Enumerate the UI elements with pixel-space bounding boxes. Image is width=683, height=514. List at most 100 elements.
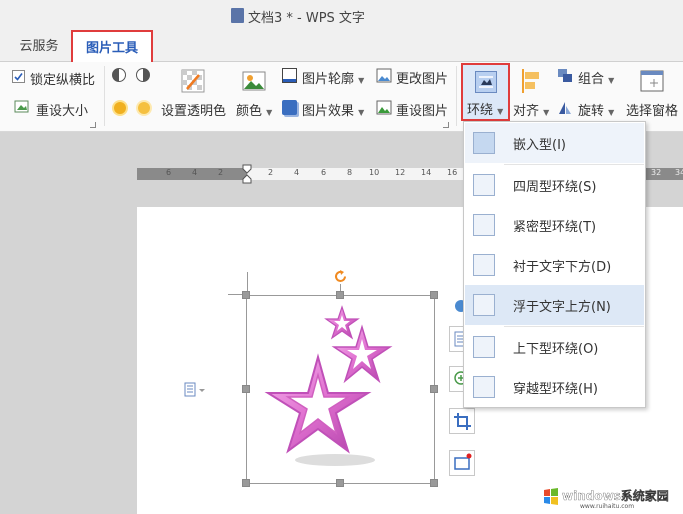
ruler-tick: 10	[369, 168, 380, 177]
dialog-launcher-icon[interactable]	[443, 122, 449, 128]
resize-handle-se[interactable]	[430, 479, 438, 487]
wrap-in-front-of-text-icon	[473, 294, 495, 316]
chevron-down-icon: ▼	[497, 107, 504, 116]
ruler-tick: 4	[192, 168, 198, 177]
selection-pane-button[interactable]: 选择窗格	[626, 100, 678, 119]
resize-handle-n[interactable]	[336, 291, 344, 299]
reset-size-button[interactable]: 重设大小	[36, 100, 88, 119]
document-icon	[231, 8, 244, 23]
reset-size-icon	[14, 99, 30, 115]
divider	[456, 66, 457, 126]
resize-handle-ne[interactable]	[430, 291, 438, 299]
brightness-down-icon[interactable]	[138, 102, 150, 114]
picture-effect-button[interactable]: 图片效果 ▼	[302, 100, 364, 119]
wrap-top-bottom-icon	[473, 336, 495, 358]
contrast-down-icon[interactable]	[136, 68, 150, 82]
chevron-down-icon: ▼	[266, 108, 273, 117]
svg-text:www.ruihaitu.com: www.ruihaitu.com	[580, 503, 634, 510]
menu-item-behind-text[interactable]: 衬于文字下方(D)	[465, 245, 644, 285]
group-label: 组合	[578, 72, 605, 87]
resize-handle-nw[interactable]	[242, 291, 250, 299]
picture-outline-icon	[282, 68, 297, 83]
wrap-tight-icon	[473, 214, 495, 236]
picture-effect-icon	[282, 100, 297, 115]
wrap-text-button[interactable]: 环绕 ▼	[461, 63, 510, 121]
title-bar: 文档3 * - WPS 文字	[0, 0, 683, 32]
contrast-up-icon[interactable]	[112, 68, 126, 82]
rotate-button[interactable]: 旋转 ▼	[578, 100, 614, 119]
menu-item-label: 四周型环绕(S)	[513, 180, 597, 195]
window-title: 文档3 * - WPS 文字	[248, 11, 365, 26]
lock-aspect-ratio-label[interactable]: 锁定纵横比	[30, 69, 95, 88]
menu-item-label: 浮于文字上方(N)	[513, 300, 611, 315]
align-label: 对齐	[513, 104, 540, 119]
ruler-tick: 14	[421, 168, 432, 177]
crop-button[interactable]	[449, 408, 475, 434]
picture-outline-label: 图片轮廓	[302, 72, 355, 87]
ruler-tick: 12	[395, 168, 406, 177]
indent-marker-icon[interactable]	[242, 164, 252, 184]
menu-item-label: 紧密型环绕(T)	[513, 220, 597, 235]
paragraph-layout-icon[interactable]	[184, 382, 205, 398]
menu-item-tight[interactable]: 紧密型环绕(T)	[465, 205, 644, 245]
dialog-launcher-icon[interactable]	[90, 122, 96, 128]
menu-item-square[interactable]: 四周型环绕(S)	[465, 165, 644, 205]
selection-pane-icon	[640, 69, 664, 93]
stars-picture[interactable]	[260, 305, 430, 475]
svg-text:windows系统家园: windows系统家园	[562, 488, 669, 503]
ruler-tick: 4	[294, 168, 300, 177]
ruler-tick: 6	[166, 168, 172, 177]
chevron-down-icon: ▼	[608, 108, 615, 117]
picture-color-icon	[242, 69, 266, 93]
align-button[interactable]: 对齐 ▼	[513, 100, 549, 119]
checkbox-checked-icon[interactable]	[12, 70, 25, 83]
menu-item-top-bottom[interactable]: 上下型环绕(O)	[465, 327, 644, 367]
menu-item-through[interactable]: 穿越型环绕(H)	[465, 367, 644, 407]
ruler-tick: 6	[321, 168, 327, 177]
menu-item-in-front-of-text[interactable]: 浮于文字上方(N)	[465, 285, 644, 325]
resize-handle-s[interactable]	[336, 479, 344, 487]
brightness-up-icon[interactable]	[114, 102, 126, 114]
set-transparent-color-icon	[181, 69, 205, 93]
tab-cloud-service[interactable]: 云服务	[10, 32, 68, 62]
ruler-tick: 2	[218, 168, 224, 177]
chevron-down-icon: ▼	[608, 76, 615, 85]
wrap-text-menu: 嵌入型(I) 四周型环绕(S) 紧密型环绕(T) 衬于文字下方(D) 浮于文字上…	[463, 121, 646, 408]
wrap-text-label: 环绕 ▼	[467, 103, 504, 118]
wrap-inline-icon	[473, 132, 495, 154]
picture-color-label: 颜色	[236, 104, 263, 119]
picture-frame-button[interactable]	[449, 450, 475, 476]
chevron-down-icon: ▼	[358, 76, 365, 85]
picture-color-button[interactable]: 颜色 ▼	[236, 100, 272, 119]
wrap-text-icon	[475, 71, 497, 93]
align-icon	[520, 69, 542, 93]
reset-picture-button[interactable]: 重设图片	[396, 100, 448, 119]
resize-handle-sw[interactable]	[242, 479, 250, 487]
menu-item-label: 衬于文字下方(D)	[513, 260, 612, 275]
menu-item-label: 穿越型环绕(H)	[513, 382, 598, 397]
reset-picture-icon	[376, 100, 392, 115]
wrap-behind-text-icon	[473, 254, 495, 276]
ruler-tick: 34	[675, 168, 683, 177]
change-picture-button[interactable]: 更改图片	[396, 68, 448, 87]
wrap-square-icon	[473, 174, 495, 196]
set-transparent-color-button[interactable]: 设置透明色	[161, 100, 226, 119]
chevron-down-icon: ▼	[358, 108, 365, 117]
ruler-tick: 2	[268, 168, 274, 177]
group-icon	[557, 68, 573, 83]
rotate-handle-icon[interactable]	[333, 269, 348, 284]
ruler-tick: 32	[651, 168, 662, 177]
ruler-tick: 16	[447, 168, 458, 177]
picture-effect-label: 图片效果	[302, 104, 355, 119]
picture-outline-button[interactable]: 图片轮廓 ▼	[302, 68, 364, 87]
divider	[104, 66, 105, 126]
rotate-icon	[557, 100, 573, 115]
resize-handle-e[interactable]	[430, 385, 438, 393]
ruler-tick: 8	[347, 168, 353, 177]
group-button[interactable]: 组合 ▼	[578, 68, 614, 87]
chevron-down-icon: ▼	[543, 108, 550, 117]
resize-handle-w[interactable]	[242, 385, 250, 393]
tab-picture-tools[interactable]: 图片工具	[71, 30, 153, 64]
menu-item-inline[interactable]: 嵌入型(I)	[465, 123, 644, 163]
menu-item-label: 上下型环绕(O)	[513, 342, 599, 357]
